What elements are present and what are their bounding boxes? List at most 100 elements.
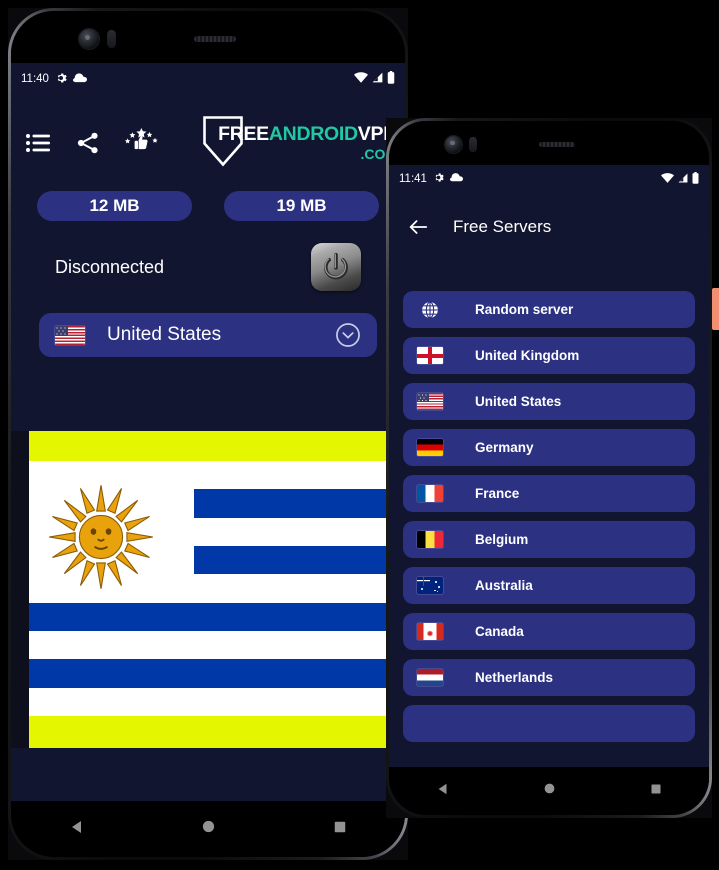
uy-stripe-4	[29, 659, 387, 688]
wifi-icon	[661, 172, 674, 186]
nl-flag	[417, 669, 443, 686]
arrow-left-icon[interactable]	[407, 216, 429, 238]
de-flag	[417, 439, 443, 456]
server-selector[interactable]: United States	[39, 313, 377, 357]
status-bar-right	[354, 71, 405, 87]
battery-icon	[387, 71, 395, 87]
list-item[interactable]: Netherlands	[403, 659, 695, 696]
gear-icon	[433, 172, 444, 186]
cloud-icon	[449, 173, 463, 185]
logo-free: FREE	[218, 123, 269, 146]
status-bar-right	[661, 171, 709, 187]
download-badge: 12 MB	[37, 191, 192, 221]
screenshot-canvas: 11:40 FREEANDROIDVPN .COM 12 MB 19 MB Di…	[0, 0, 719, 870]
list-item-label: Random server	[475, 302, 574, 317]
data-usage-badges: 12 MB 19 MB	[11, 191, 405, 221]
toolbar-icon-group	[25, 128, 159, 158]
proximity-sensor-icon	[469, 137, 477, 152]
status-bar-servers: 11:41	[389, 168, 709, 190]
list-item-label: United Kingdom	[475, 348, 580, 363]
list-item-partial[interactable]	[403, 705, 695, 742]
page-title: Free Servers	[453, 217, 552, 236]
phone-main: 11:40 FREEANDROIDVPN .COM 12 MB 19 MB Di…	[8, 8, 408, 860]
recents-square-icon[interactable]	[333, 820, 347, 839]
globe-icon	[417, 300, 443, 320]
gear-icon	[55, 72, 67, 87]
list-item-label: France	[475, 486, 520, 501]
rate-icon[interactable]	[125, 128, 159, 158]
cloud-icon	[72, 72, 87, 86]
ad-banner[interactable]	[11, 431, 405, 748]
selected-server-name: United States	[107, 324, 222, 345]
power-icon	[324, 252, 348, 280]
us-flag	[55, 325, 85, 345]
front-camera-icon	[79, 29, 99, 49]
wifi-icon	[354, 72, 368, 86]
list-item[interactable]: Belgium	[403, 521, 695, 558]
us-flag	[417, 393, 443, 410]
signal-icon	[677, 173, 689, 186]
android-nav-bar-main	[11, 801, 405, 857]
phone-servers-screen-area: 11:41 Free Servers Random server United …	[389, 121, 709, 815]
phone-servers-app-screen: 11:41 Free Servers Random server United …	[389, 165, 709, 815]
share-icon[interactable]	[75, 130, 101, 156]
list-item-label: United States	[475, 394, 562, 409]
status-bar-left: 11:40	[11, 72, 87, 87]
uk-flag	[417, 347, 443, 364]
app-toolbar: FREEANDROIDVPN .COM	[11, 111, 405, 175]
list-item-label: Netherlands	[475, 670, 554, 685]
servers-header: Free Servers	[389, 204, 709, 250]
logo-dotcom: .COM	[360, 145, 397, 162]
connection-status: Disconnected	[55, 256, 165, 277]
list-item[interactable]: United States	[403, 383, 695, 420]
recents-square-icon[interactable]	[650, 782, 662, 800]
phone-servers-notch	[389, 121, 709, 165]
list-item[interactable]: France	[403, 475, 695, 512]
list-item[interactable]: Canada	[403, 613, 695, 650]
list-icon[interactable]	[25, 130, 51, 156]
status-bar-main: 11:40	[11, 67, 405, 91]
be-flag	[417, 531, 443, 548]
list-item-label: Australia	[475, 578, 533, 593]
ca-flag	[417, 623, 443, 640]
connection-row: Disconnected	[11, 243, 405, 291]
status-time: 11:41	[399, 173, 427, 185]
list-item-label: Canada	[475, 624, 524, 639]
home-circle-icon[interactable]	[201, 819, 216, 839]
front-camera-icon	[445, 136, 462, 153]
home-circle-icon[interactable]	[543, 782, 556, 800]
list-item-label: Germany	[475, 440, 534, 455]
list-item[interactable]: Australia	[403, 567, 695, 604]
sun-of-may-icon	[47, 483, 155, 596]
status-bar-left: 11:41	[389, 172, 463, 186]
android-nav-bar-servers	[389, 767, 709, 815]
list-item[interactable]: Random server	[403, 291, 695, 328]
battery-icon	[692, 171, 699, 187]
signal-icon	[371, 72, 384, 86]
proximity-sensor-icon	[107, 30, 116, 48]
upload-value: 19 MB	[276, 196, 327, 215]
phone-main-app-screen: 11:40 FREEANDROIDVPN .COM 12 MB 19 MB Di…	[11, 63, 405, 857]
list-item[interactable]: United Kingdom	[403, 337, 695, 374]
fr-flag	[417, 485, 443, 502]
list-item-label: Belgium	[475, 532, 529, 547]
edge-tab	[712, 288, 719, 330]
back-triangle-icon[interactable]	[69, 819, 85, 840]
uy-stripe-3	[29, 602, 387, 631]
uruguay-flag-image	[29, 461, 387, 716]
phone-main-screen-area: 11:40 FREEANDROIDVPN .COM 12 MB 19 MB Di…	[11, 11, 405, 857]
phone-main-notch	[11, 11, 405, 63]
status-time: 11:40	[21, 73, 49, 85]
ad-band-top	[29, 431, 387, 461]
server-list[interactable]: Random server United Kingdom United Stat…	[389, 291, 709, 763]
au-flag	[417, 577, 443, 594]
chevron-down-icon[interactable]	[335, 322, 361, 348]
power-button[interactable]	[311, 243, 361, 291]
list-item[interactable]: Germany	[403, 429, 695, 466]
earpiece-speaker-icon	[194, 36, 236, 42]
earpiece-speaker-icon	[539, 142, 575, 147]
logo-android: ANDROID	[268, 123, 358, 146]
back-triangle-icon[interactable]	[436, 782, 450, 801]
phone-servers: 11:41 Free Servers Random server United …	[386, 118, 712, 818]
ad-band-bottom	[29, 716, 387, 748]
